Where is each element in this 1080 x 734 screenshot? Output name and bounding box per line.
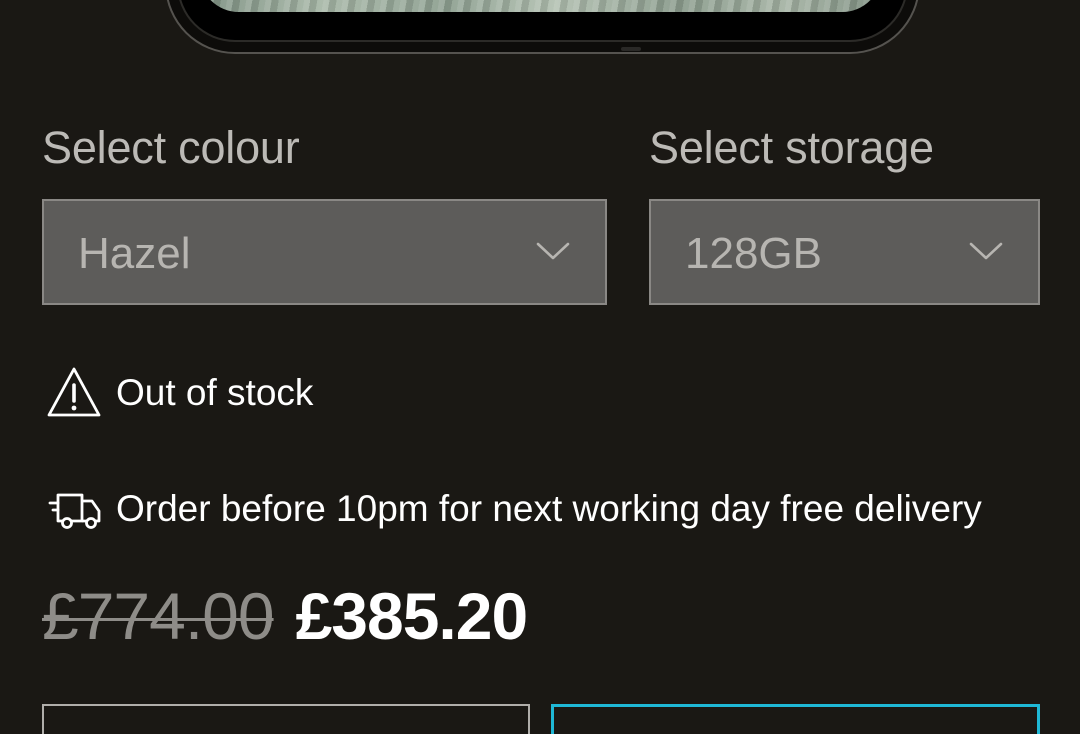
select-storage-label: Select storage xyxy=(649,122,934,173)
original-price: £774.00 xyxy=(42,579,275,653)
sale-price: £385.20 xyxy=(295,579,529,653)
stock-status-text: Out of stock xyxy=(116,372,314,413)
storage-select[interactable]: 128GB xyxy=(649,199,1040,305)
product-image xyxy=(165,0,920,56)
delivery-info-text: Order before 10pm for next working day f… xyxy=(116,488,982,529)
stock-status: Out of stock xyxy=(46,365,313,421)
select-colour-label: Select colour xyxy=(42,122,300,173)
warning-triangle-icon xyxy=(47,367,101,417)
chevron-down-icon xyxy=(969,242,1003,260)
delivery-truck-icon xyxy=(48,493,101,529)
colour-select-value: Hazel xyxy=(78,229,191,278)
primary-action-button[interactable] xyxy=(551,704,1040,734)
secondary-action-button[interactable] xyxy=(42,704,530,734)
price: £774.00 £385.20 xyxy=(42,578,529,654)
chevron-down-icon xyxy=(536,242,570,260)
colour-select[interactable]: Hazel xyxy=(42,199,607,305)
storage-select-value: 128GB xyxy=(685,229,822,278)
phone-screen xyxy=(199,0,882,12)
phone-port xyxy=(621,47,641,51)
delivery-info: Order before 10pm for next working day f… xyxy=(46,481,982,537)
